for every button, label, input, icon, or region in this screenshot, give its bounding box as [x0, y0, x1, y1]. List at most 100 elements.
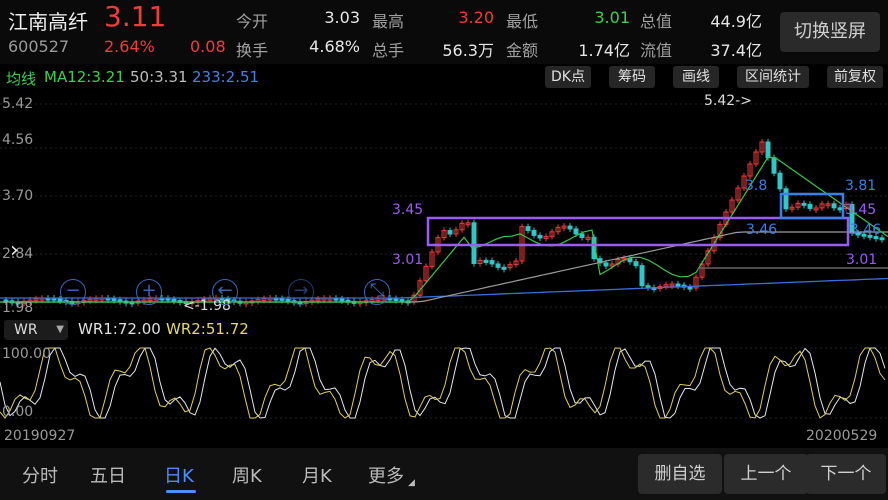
chevron-right-icon[interactable]: › — [10, 238, 19, 263]
switch-portrait-button[interactable]: 切换竖屏 — [780, 12, 880, 52]
range-stats-button[interactable]: 区间统计 — [737, 66, 809, 88]
y-label: 1.98 — [2, 300, 34, 316]
candle — [495, 263, 501, 268]
chips-button[interactable]: 筹码 — [609, 66, 655, 88]
blue-box-right-label: 3.46 — [850, 222, 882, 238]
candle — [633, 261, 639, 267]
tab-five-day[interactable]: 五日 — [90, 462, 126, 488]
candle — [807, 203, 813, 209]
forward-adjust-button[interactable]: 前复权 — [827, 66, 883, 88]
candle — [111, 298, 117, 302]
ma50-line — [0, 231, 888, 303]
candle — [879, 237, 885, 241]
box-bottom-label: 3.01 — [392, 252, 424, 268]
candle — [579, 233, 585, 239]
ma12-label: MA12:3.21 — [44, 68, 125, 86]
zoom-in-button[interactable]: + — [136, 279, 162, 305]
stat-value: 44.9亿 — [710, 12, 762, 31]
change-value: 0.08 — [190, 37, 226, 56]
stat-label: 总值 — [640, 12, 673, 31]
ma50-label: 50:3.31 — [130, 68, 188, 86]
candle — [567, 225, 573, 230]
candle — [525, 226, 531, 231]
remove-watchlist-button[interactable]: 删自选 — [638, 454, 722, 494]
candle — [573, 228, 579, 235]
more-caret-icon: ◢ — [408, 478, 415, 488]
stat-value: 37.4亿 — [710, 41, 762, 60]
stat-label: 最高 — [372, 12, 405, 31]
draw-line-button[interactable]: 画线 — [673, 66, 719, 88]
stat-label: 今开 — [236, 12, 269, 31]
tab-monthly-k[interactable]: 月K — [302, 462, 332, 488]
candle — [501, 266, 507, 270]
stat-label: 最低 — [506, 12, 539, 31]
tab-more[interactable]: 更多 — [368, 462, 404, 488]
next-button[interactable]: 下一个 — [806, 454, 886, 494]
candle — [603, 262, 609, 267]
stat-value: 3.01 — [594, 8, 630, 27]
candle — [531, 229, 537, 236]
candle — [285, 298, 291, 302]
y-label: 4.56 — [2, 132, 34, 148]
stat-value: 3.03 — [324, 8, 360, 27]
candle — [339, 298, 345, 302]
scroll-left-button[interactable]: ← — [212, 279, 238, 305]
candle — [777, 172, 783, 190]
previous-button[interactable]: 上一个 — [724, 454, 808, 494]
stat-value: 3.20 — [458, 8, 494, 27]
stock-code: 600527 — [8, 37, 70, 56]
stat-label: 总手 — [372, 41, 405, 60]
blue-box-mid-label: 3.46 — [746, 222, 778, 238]
reset-view-button[interactable]: ⤡ — [364, 279, 390, 305]
date-end: 20200529 — [806, 428, 878, 444]
purple-box-bottom-right-label: 3.01 — [846, 252, 878, 268]
ma-title: 均线 — [6, 70, 37, 88]
candle — [483, 259, 489, 263]
ma233-line — [0, 277, 888, 299]
wr2-label: WR2:51.72 — [166, 320, 249, 338]
candle — [489, 260, 495, 265]
candle — [783, 188, 789, 210]
y-label: 5.42 — [2, 96, 34, 112]
candle — [639, 265, 645, 287]
dk-point-button[interactable]: DK点 — [545, 66, 591, 88]
max-marker: 5.42-> — [704, 93, 752, 109]
candle — [393, 297, 399, 301]
y-label: 3.70 — [2, 188, 34, 204]
candle — [771, 157, 777, 174]
wr1-label: WR1:72.00 — [78, 320, 161, 338]
stat-label: 换手 — [236, 41, 269, 60]
wr-bottom-label: 0.00 — [2, 404, 34, 420]
stat-value: 1.74亿 — [578, 41, 630, 60]
candle — [537, 234, 543, 239]
tab-daily-k[interactable]: 日K — [164, 462, 194, 488]
scroll-right-button[interactable]: → — [288, 279, 314, 305]
candle — [831, 203, 837, 209]
candle — [801, 202, 807, 206]
blue-box-left-label: 3.8 — [745, 178, 768, 194]
tab-weekly-k[interactable]: 周K — [232, 462, 262, 488]
candle — [687, 286, 693, 290]
zoom-out-button[interactable]: − — [60, 279, 86, 305]
candle — [675, 283, 681, 287]
blue-box-top-label: 3.81 — [845, 178, 877, 194]
purple-box-top-right-label: 3.45 — [845, 202, 877, 218]
kline-chart[interactable] — [0, 92, 888, 316]
stat-label: 金额 — [506, 41, 539, 60]
current-price: 3.11 — [104, 0, 167, 33]
candle — [837, 207, 843, 211]
candle — [447, 230, 453, 235]
candle — [399, 299, 405, 303]
box-top-label: 3.45 — [392, 202, 424, 218]
wr-chart[interactable] — [0, 344, 888, 422]
stat-value: 4.68% — [309, 37, 360, 56]
stock-name: 江南高纤 — [8, 10, 88, 34]
candle — [765, 141, 771, 159]
tab-intraday[interactable]: 分时 — [22, 462, 58, 488]
wr-top-label: 100.00 — [2, 346, 51, 362]
ma233-label: 233:2.51 — [192, 68, 260, 86]
candle — [171, 298, 177, 302]
stat-label: 流值 — [640, 41, 673, 60]
change-percent: 2.64% — [104, 37, 155, 56]
indicator-selector[interactable]: WR ▼ — [4, 320, 68, 340]
